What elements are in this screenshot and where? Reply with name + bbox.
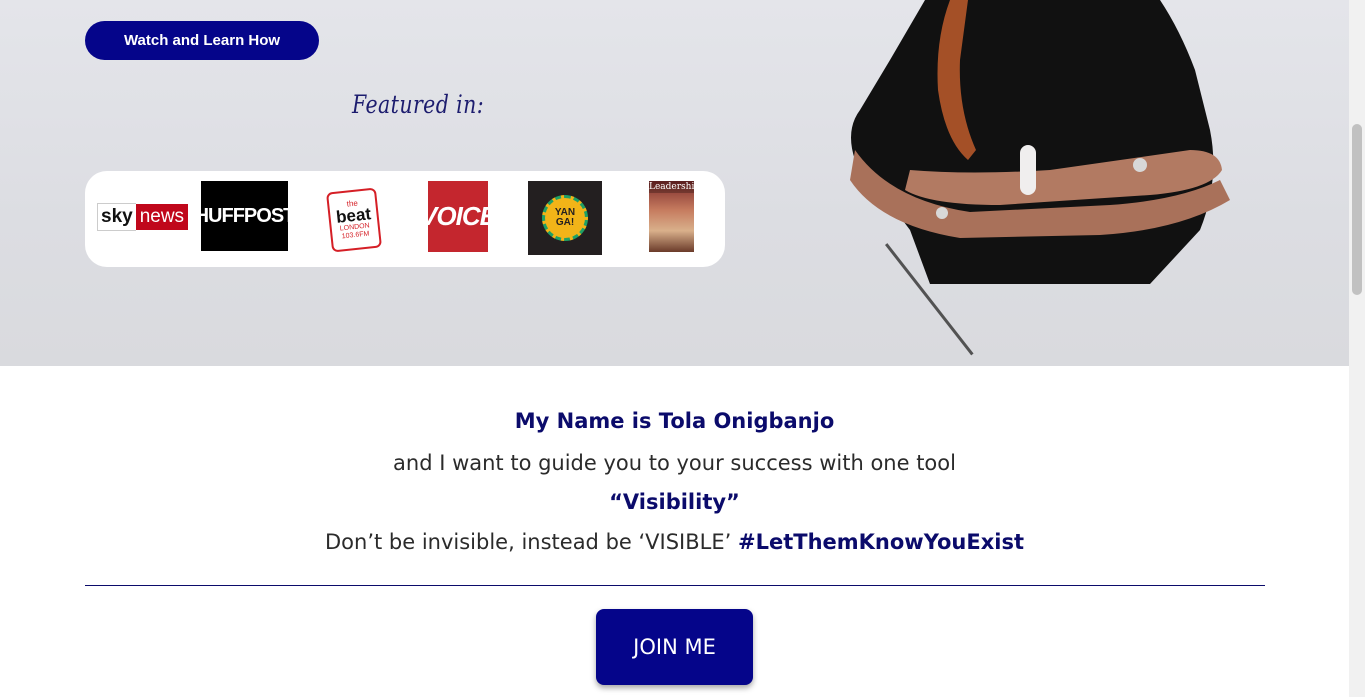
page-scrollbar[interactable] (1349, 0, 1365, 697)
watch-and-learn-button[interactable]: Watch and Learn How (85, 21, 319, 60)
intro-section: My Name is Tola Onigbanjo and I want to … (0, 366, 1349, 697)
portrait-image (850, 0, 1230, 284)
sky-news-logo: sky news (97, 203, 189, 231)
intro-visibility-text: “Visibility” (609, 490, 740, 514)
featured-in-heading: Featured in: (352, 90, 485, 119)
huffpost-logo: HUFFPOST (195, 181, 295, 251)
huffpost-logo-text: HUFFPOST (194, 204, 296, 227)
sky-logo-text: sky (97, 203, 136, 231)
section-divider (85, 585, 1265, 586)
intro-closing-text: Don’t be invisible, instead be ‘VISIBLE’ (325, 530, 738, 554)
featured-logos-strip: sky news HUFFPOST the beat LONDON 103.6FM… (85, 171, 725, 267)
yanga-logo: YAN GA! (528, 181, 602, 255)
the-voice-logo: VOICE (420, 181, 497, 252)
news-logo-text: news (135, 204, 189, 230)
hashtag-text: #LetThemKnowYouExist (737, 530, 1024, 554)
page: Watch and Learn How Featured in: sky news… (0, 0, 1349, 697)
the-beat-london-logo: the beat LONDON 103.6FM (326, 187, 382, 253)
voice-logo-text: VOICE (420, 201, 497, 231)
leadership-magazine-title: Leadership (649, 181, 701, 193)
join-me-button[interactable]: JOIN ME (596, 609, 753, 685)
intro-guide-text: and I want to guide you to your success … (393, 451, 956, 475)
beat-freq-text: 103.6FM (341, 230, 370, 241)
hero-section: Watch and Learn How Featured in: sky news… (0, 0, 1349, 366)
leadership-magazine-logo: Leadership (649, 181, 701, 252)
intro-closing-line: Don’t be invisible, instead be ‘VISIBLE’… (0, 530, 1349, 554)
scrollbar-thumb[interactable] (1352, 124, 1362, 295)
yanga-badge: YAN GA! (542, 195, 588, 241)
intro-name-heading: My Name is Tola Onigbanjo (514, 409, 835, 433)
